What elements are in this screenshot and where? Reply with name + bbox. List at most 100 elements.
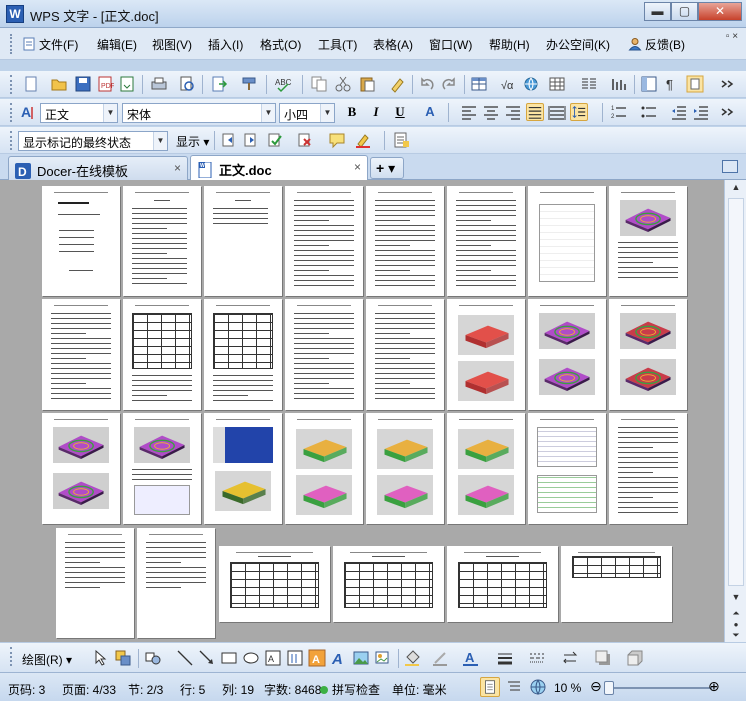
page-thumbnail[interactable]	[204, 186, 282, 296]
page-thumbnail[interactable]	[609, 413, 687, 524]
vertical-textbox-icon[interactable]	[286, 649, 304, 667]
toolbar-grip[interactable]	[10, 103, 13, 122]
page-thumbnail[interactable]	[285, 186, 363, 296]
vertical-scrollbar[interactable]: ▲ ▼ ⏶ ● ⏷	[724, 180, 746, 642]
minimize-button[interactable]: ▬	[644, 2, 671, 21]
font-select[interactable]: 宋体 ▼	[122, 103, 276, 123]
page-thumbnail[interactable]	[561, 546, 672, 622]
table-grid-icon[interactable]	[548, 75, 566, 93]
page-thumbnail[interactable]	[609, 186, 687, 296]
select-arrow-icon[interactable]	[92, 649, 110, 667]
new-comment-icon[interactable]	[328, 131, 346, 149]
menu-tools[interactable]: 工具(T)	[318, 36, 357, 53]
ruler-view-icon[interactable]	[686, 75, 704, 93]
wordart-icon[interactable]: A	[308, 649, 326, 667]
outline-view-icon[interactable]	[504, 677, 524, 697]
export-icon[interactable]	[118, 75, 136, 93]
underline-button[interactable]: U	[390, 103, 410, 122]
page-thumbnail[interactable]	[219, 546, 330, 622]
textbox-icon[interactable]: A	[264, 649, 282, 667]
page-thumbnail[interactable]	[285, 299, 363, 410]
scrollbar-thumb[interactable]	[728, 198, 744, 586]
page-thumbnail[interactable]	[366, 186, 444, 296]
menu-table[interactable]: 表格(A)	[373, 36, 413, 53]
autoshapes-icon[interactable]	[144, 649, 162, 667]
tab-docer-templates[interactable]: D Docer-在线模板 ×	[8, 156, 188, 180]
style-select[interactable]: 正文 ▼	[40, 103, 118, 123]
select-objects-icon[interactable]	[114, 649, 132, 667]
maximize-button[interactable]: ▢	[671, 2, 698, 21]
align-left-icon[interactable]	[460, 103, 478, 121]
italic-button[interactable]: I	[366, 103, 386, 122]
font-color-button[interactable]: A	[420, 103, 440, 122]
review-pane-icon[interactable]	[392, 131, 410, 149]
accept-change-icon[interactable]	[266, 131, 284, 149]
close-button[interactable]: ✕	[698, 2, 742, 21]
toolbar-grip[interactable]	[10, 75, 13, 94]
page-thumbnail[interactable]	[123, 299, 201, 410]
paste-icon[interactable]	[358, 75, 376, 93]
save-pdf-icon[interactable]: PDF	[96, 75, 114, 93]
show-menu[interactable]: 显示 ▾	[176, 133, 209, 150]
next-change-icon[interactable]	[242, 131, 260, 149]
insert-picture-icon[interactable]	[352, 649, 370, 667]
web-view-icon[interactable]	[528, 677, 548, 697]
mdi-controls[interactable]: ▫ ×	[724, 31, 740, 43]
highlight-icon[interactable]	[354, 131, 372, 149]
menu-window[interactable]: 窗口(W)	[429, 36, 472, 53]
tab-current-document[interactable]: W 正文.doc ×	[190, 155, 368, 181]
line-spacing-icon[interactable]	[570, 103, 588, 121]
columns-icon[interactable]	[580, 75, 598, 93]
page-thumbnail[interactable]	[42, 413, 120, 524]
draw-font-color-icon[interactable]: A	[462, 649, 480, 667]
tab-close-icon[interactable]: ×	[354, 160, 361, 174]
page-thumbnail[interactable]	[123, 413, 201, 524]
toolbar-overflow-icon[interactable]	[718, 103, 736, 121]
fill-color-icon[interactable]	[404, 649, 422, 667]
page-thumbnail[interactable]	[333, 546, 444, 622]
dash-style-icon[interactable]	[528, 649, 546, 667]
status-spellcheck[interactable]: 拼写检查	[320, 681, 380, 698]
save-icon[interactable]	[74, 75, 92, 93]
numbering-icon[interactable]: 12	[610, 103, 628, 121]
tab-close-icon[interactable]: ×	[174, 161, 181, 175]
page-thumbnail[interactable]	[447, 186, 525, 296]
clear-format-icon[interactable]	[388, 75, 406, 93]
draw-menu[interactable]: 绘图(R) ▾	[22, 651, 72, 668]
new-doc-icon[interactable]	[22, 75, 40, 93]
align-center-icon[interactable]	[482, 103, 500, 121]
toolbar-overflow-icon[interactable]	[718, 75, 736, 93]
new-tab-button[interactable]: + ▾	[370, 157, 404, 179]
scroll-down-icon[interactable]: ▼	[729, 592, 743, 606]
page-view-icon[interactable]	[480, 677, 500, 697]
reject-change-icon[interactable]	[296, 131, 314, 149]
copy-icon[interactable]	[310, 75, 328, 93]
line-color-icon[interactable]	[432, 649, 450, 667]
menu-feedback[interactable]: 反馈(B)	[628, 36, 685, 53]
print-preview-icon[interactable]	[178, 75, 196, 93]
bold-button[interactable]: B	[342, 103, 362, 122]
styles-icon[interactable]: A	[20, 103, 38, 121]
prev-change-icon[interactable]	[220, 131, 238, 149]
arrow-style-icon[interactable]	[562, 649, 580, 667]
undo-icon[interactable]	[418, 75, 436, 93]
page-thumbnail[interactable]	[366, 299, 444, 410]
page-thumbnail[interactable]	[42, 186, 120, 296]
menu-view[interactable]: 视图(V)	[152, 36, 192, 53]
formula-icon[interactable]: √α	[500, 75, 518, 93]
page-thumbnail[interactable]	[447, 546, 558, 622]
page-thumbnail[interactable]	[137, 528, 215, 638]
window-list-icon[interactable]	[722, 160, 738, 173]
zoom-level[interactable]: 10 %	[554, 681, 581, 695]
shadow-style-icon[interactable]	[594, 649, 612, 667]
toolbar-grip[interactable]	[10, 647, 13, 666]
rectangle-icon[interactable]	[220, 649, 238, 667]
scroll-up-icon[interactable]: ▲	[729, 182, 743, 196]
hyperlink-icon[interactable]	[522, 75, 540, 93]
page-thumbnail[interactable]	[204, 299, 282, 410]
zoom-slider-thumb[interactable]	[604, 681, 614, 695]
decrease-indent-icon[interactable]	[670, 103, 688, 121]
paragraph-mark-icon[interactable]: ¶	[662, 75, 680, 93]
page-thumbnail[interactable]	[447, 299, 525, 410]
align-justify-icon[interactable]	[526, 103, 544, 121]
